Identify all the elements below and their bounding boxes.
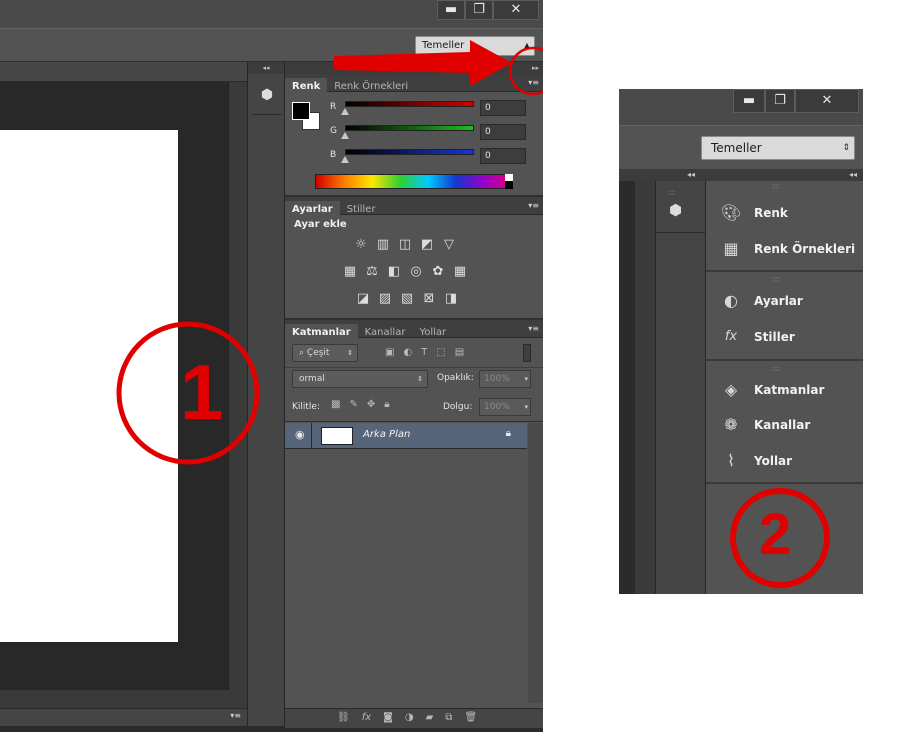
highlight-circle: [508, 46, 543, 96]
figure-root: ▬ ❐ ✕ Temeller ▲ ▾≡ ◂◂ ⬢ ▸▸ Renk Renk Ör…: [0, 0, 900, 732]
annotation-overlay: [116, 40, 543, 465]
annotation-number-2: 2: [759, 502, 792, 567]
annotation-overlay: [730, 488, 830, 588]
photoshop-window-collapsed: ▬ ❐ ✕ Temeller ⇕ ◂◂ ◂◂ ∶∶∶∶ ⬢ ∶∶∶∶ 🎨︎ Re…: [619, 89, 863, 594]
red-arrow-icon: [334, 40, 512, 86]
annotation-number-1: 1: [180, 348, 224, 436]
foreground-color-swatch-front[interactable]: [292, 102, 310, 120]
photoshop-window-expanded: ▬ ❐ ✕ Temeller ▲ ▾≡ ◂◂ ⬢ ▸▸ Renk Renk Ör…: [0, 0, 543, 732]
